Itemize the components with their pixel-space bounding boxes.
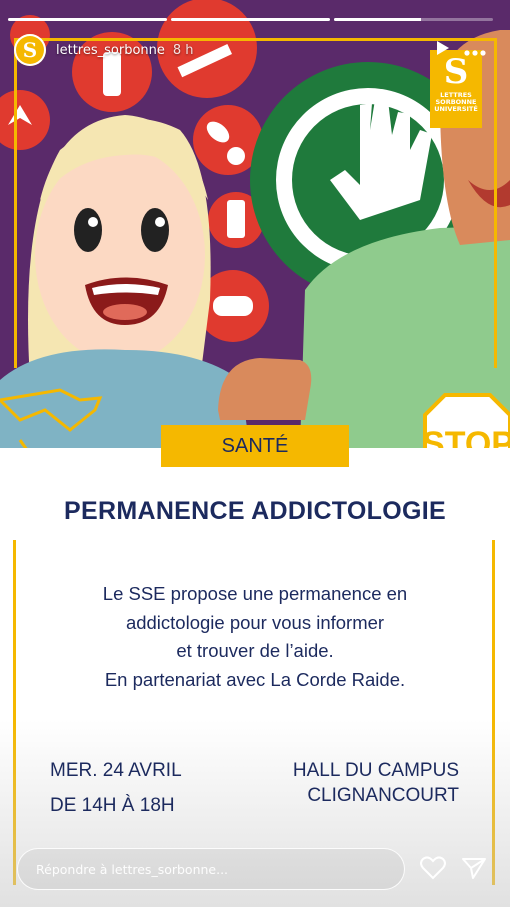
description-line: et trouver de l’aide. — [176, 640, 334, 661]
progress-segment — [334, 18, 493, 21]
avatar-letter: S — [22, 38, 38, 62]
event-date: MER. 24 AVRIL — [50, 760, 182, 781]
reply-input[interactable]: Répondre à lettres_sorbonne... — [17, 848, 405, 890]
send-icon[interactable] — [461, 856, 487, 884]
stop-sign-text: STOP — [422, 425, 510, 448]
description-line: addictologie pour vous informer — [125, 611, 385, 633]
category-label: SANTÉ — [221, 434, 289, 457]
event-hours: DE 14H À 18H — [50, 795, 175, 816]
frame-line — [14, 38, 17, 368]
event-place-line1: HALL DU CAMPUS — [292, 760, 459, 781]
heart-icon[interactable] — [420, 856, 446, 884]
description-line: Le SSE propose une permanence en — [102, 583, 408, 604]
story-header: S lettres_sorbonne 8 h — [14, 34, 486, 66]
more-options-icon[interactable] — [464, 41, 486, 60]
event-place-line2: CLIGNANCOURT — [307, 785, 459, 806]
avatar[interactable]: S — [14, 34, 46, 66]
brand-line3: UNIVERSITÉ — [434, 105, 478, 113]
event-title: PERMANENCE ADDICTOLOGIE — [64, 497, 446, 525]
description-line: En partenariat avec La Corde Raide. — [104, 668, 406, 690]
story-progress — [8, 18, 493, 21]
event-description: Le SSE propose une permanence en addicto… — [40, 580, 470, 694]
story-viewer[interactable]: STOP S lettres_sorbonne 8 h S LETTRES SO… — [0, 0, 510, 907]
reply-placeholder: Répondre à lettres_sorbonne... — [36, 861, 229, 877]
play-icon[interactable] — [436, 40, 450, 60]
username[interactable]: lettres_sorbonne — [56, 43, 165, 58]
progress-segment — [171, 18, 330, 21]
frame-line — [494, 38, 497, 368]
post-time: 8 h — [172, 42, 194, 58]
category-tag: SANTÉ — [161, 425, 349, 467]
progress-segment — [8, 18, 167, 21]
